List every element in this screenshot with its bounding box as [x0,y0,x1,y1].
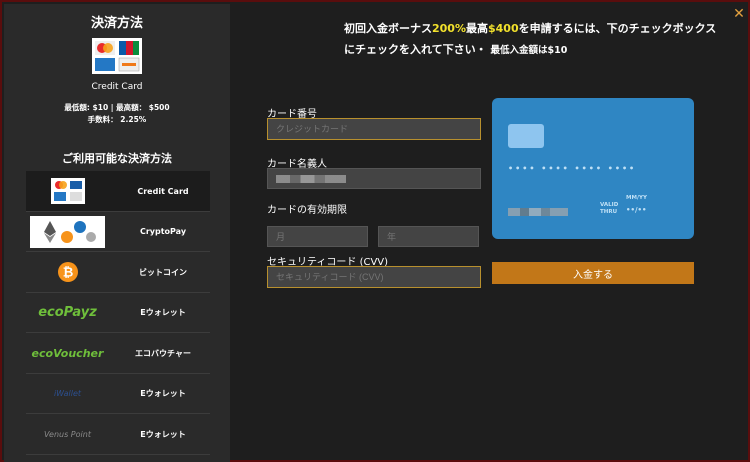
selected-method-name: Credit Card [91,82,143,92]
method-label: エコバウチャー [135,348,191,358]
valid-thru-label: VALID THRU [600,202,619,215]
bonus-text-2: 最高 [465,22,488,35]
crypto-logos-icon [30,215,105,248]
expiry-mask: ••/•• [626,206,647,214]
bonus-line-2: にチェックを入れて下さい・ [344,43,487,56]
method-label: ビットコイン [139,267,187,277]
sidebar-title: 決済方法 [90,16,143,31]
method-ecopayz[interactable]: ecoPayz Eウォレット [26,293,210,333]
expiry-year-input[interactable] [378,226,479,247]
ecovoucher-logo: ecoVoucher [30,337,105,369]
available-methods-title: ご利用可能な決済方法 [62,152,172,165]
svg-text:₿: ₿ [62,266,73,281]
card-holder-input[interactable] [267,168,481,189]
card-holder-mask [508,208,568,216]
expiry-label: カードの有効期限 [267,205,347,216]
credit-card-logos-icon [92,38,142,74]
card-preview: •••• •••• •••• •••• VALID THRU MM/YY ••/… [492,98,694,239]
chip-icon [508,124,544,148]
iwallet-logo: iWallet [30,378,105,410]
bonus-amount: $400 [487,22,519,35]
method-credit-card[interactable]: Credit Card [26,171,210,212]
method-label: Eウォレット [140,429,186,439]
bitcoin-icon: ₿ [30,256,105,288]
method-limits: 最低額: $10 | 最高額： $500 手数料： 2.25% [4,102,230,126]
bonus-percent: 200% [432,22,466,35]
limits-text: 最低額: $10 | 最高額： $500 [64,103,170,112]
bonus-message: 初回入金ボーナス200%最高$400を申請するには、下のチェックボックス にチェ… [344,18,724,61]
close-icon[interactable]: ✕ [731,6,747,22]
bonus-text-3: を申請するには、下のチェックボックス [518,22,717,35]
expiry-month-input[interactable] [267,226,368,247]
method-label: Eウォレット [140,389,186,398]
method-label: CryptoPay [139,227,187,236]
method-venuspoint[interactable]: Venus Point Eウォレット [26,414,210,455]
method-bitcoin[interactable]: ₿ ビットコイン [26,252,210,293]
method-ecovoucher[interactable]: ecoVoucher エコバウチャー [26,333,210,374]
venuspoint-logo: Venus Point [30,418,105,450]
method-label: Eウォレット [140,308,186,317]
card-number-input[interactable] [267,118,481,140]
fee-text: 手数料： 2.25% [87,115,147,124]
ecopayz-logo: ecoPayz [30,297,105,329]
credit-card-icon [30,175,105,207]
ecovoucher-logo-text: ecoVoucher [31,346,104,360]
method-label: Credit Card [137,186,189,196]
payment-modal: 決済方法 Credit Card 最低額: $10 | 最高額： $500 手数… [0,0,750,462]
methods-list: Credit Card CryptoPay ₿ ビットコイン ecoPayz E… [26,171,210,455]
bonus-text-1: 初回入金ボーナス [344,22,432,35]
card-number-mask: •••• •••• •••• •••• [508,164,637,173]
ecopayz-logo-text: ecoPayz [38,305,97,320]
deposit-button[interactable]: 入金する [492,262,694,284]
venuspoint-logo-text: Venus Point [44,429,91,439]
mmyy-label: MM/YY [626,195,647,201]
iwallet-logo-text: iWallet [53,389,82,398]
min-deposit: 最低入金額は$10 [490,45,568,56]
cvv-input[interactable] [267,266,481,288]
payment-sidebar: 決済方法 Credit Card 最低額: $10 | 最高額： $500 手数… [4,4,230,462]
method-cryptopay[interactable]: CryptoPay [26,212,210,252]
method-iwallet[interactable]: iWallet Eウォレット [26,374,210,414]
redacted-name [276,174,346,183]
